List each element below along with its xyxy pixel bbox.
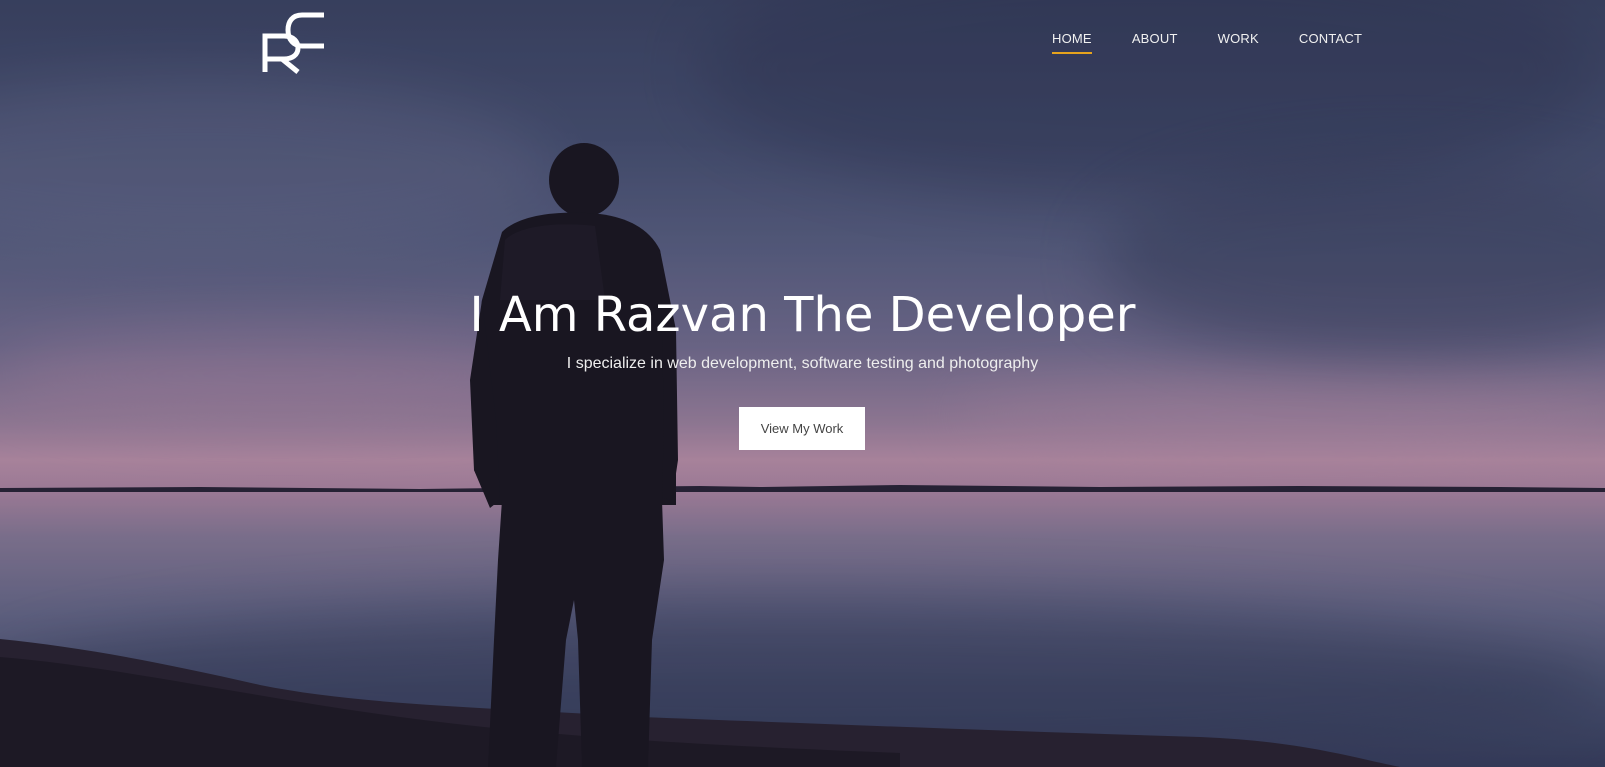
nav-contact[interactable]: CONTACT <box>1299 29 1362 54</box>
main-navigation: HOME ABOUT WORK CONTACT <box>1052 29 1402 54</box>
nav-home[interactable]: HOME <box>1052 29 1092 54</box>
view-my-work-button[interactable]: View My Work <box>739 407 865 450</box>
hero-overlay <box>0 0 1605 767</box>
nav-about[interactable]: ABOUT <box>1132 29 1178 54</box>
hero-section: HOME ABOUT WORK CONTACT I Am Razvan The … <box>0 0 1605 767</box>
hero-subline: I specialize in web development, softwar… <box>566 355 1039 372</box>
nav-work[interactable]: WORK <box>1218 29 1259 54</box>
rc-logo-icon[interactable] <box>262 12 326 74</box>
hero-headline: I Am Razvan The Developer <box>469 287 1136 343</box>
